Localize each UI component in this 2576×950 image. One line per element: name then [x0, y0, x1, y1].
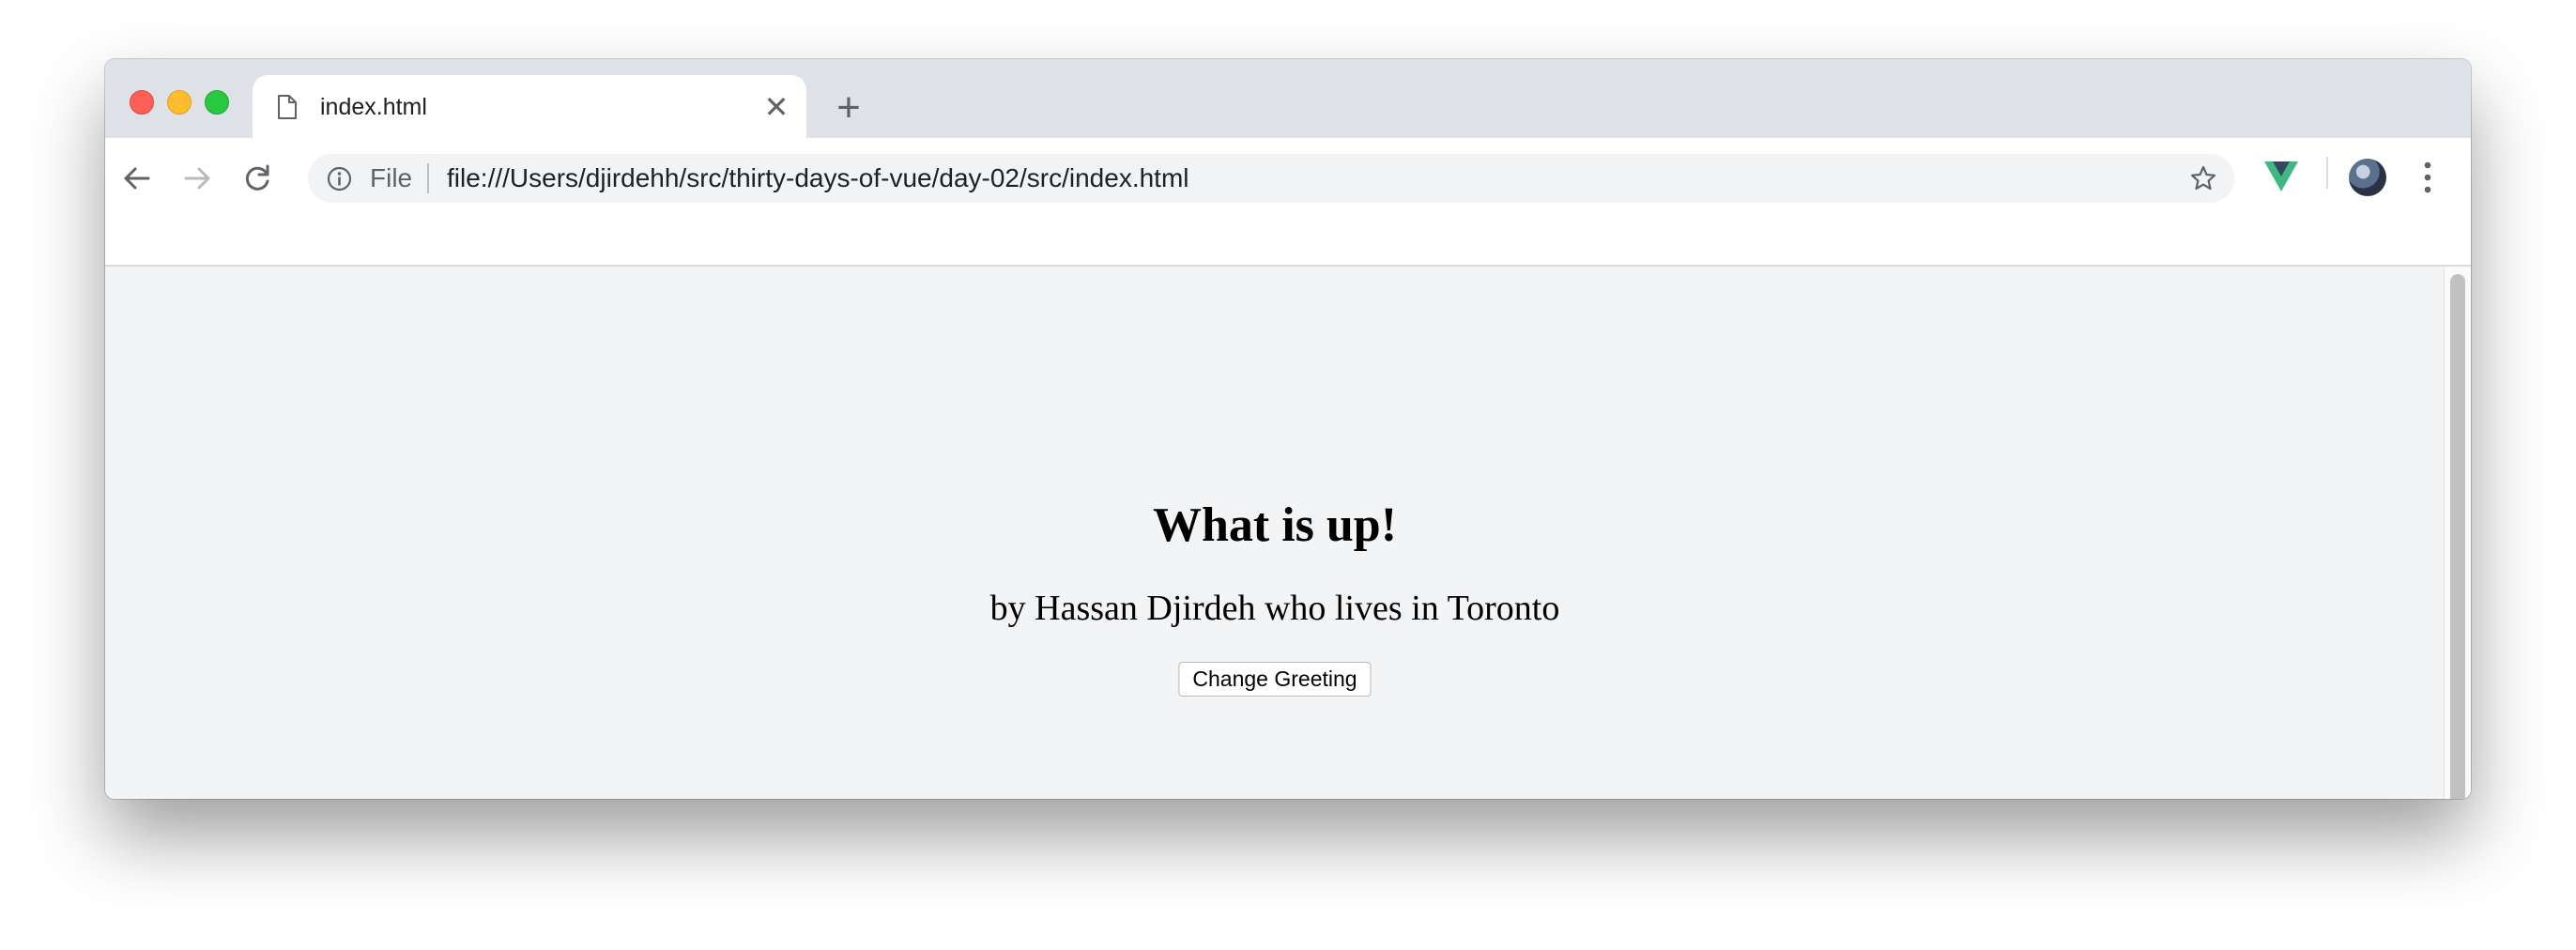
address-bar[interactable]: File file:///Users/djirdehh/src/thirty-d…: [308, 154, 2234, 203]
toolbar-divider: [2326, 157, 2328, 189]
info-icon[interactable]: [327, 166, 352, 192]
tab-title: index.html: [320, 94, 427, 120]
star-icon[interactable]: [2189, 164, 2217, 192]
scheme-label: File: [370, 163, 413, 192]
address-divider: [427, 163, 429, 193]
profile-avatar[interactable]: [2349, 159, 2386, 196]
change-greeting-button[interactable]: Change Greeting: [1178, 662, 1372, 697]
browser-window: index.html ✕ + File file:///Users/djirde…: [105, 59, 2471, 799]
more-menu-icon[interactable]: [2422, 160, 2433, 195]
new-tab-button[interactable]: +: [828, 87, 869, 129]
file-icon: [278, 95, 297, 119]
author-line: by Hassan Djirdeh who lives in Toronto: [989, 589, 1560, 628]
vertical-scrollbar[interactable]: [2444, 267, 2471, 799]
vue-devtools-icon[interactable]: [2264, 161, 2298, 192]
greeting-heading: What is up!: [1152, 498, 1398, 552]
tab-index-html[interactable]: index.html ✕: [253, 75, 806, 138]
window-minimize-button[interactable]: [167, 90, 192, 115]
reload-icon[interactable]: [240, 161, 274, 195]
window-maximize-button[interactable]: [205, 90, 229, 115]
url-text[interactable]: file:///Users/djirdehh/src/thirty-days-o…: [447, 163, 1189, 193]
tab-strip: index.html ✕ +: [105, 59, 2471, 138]
window-close-button[interactable]: [130, 90, 154, 115]
browser-toolbar: File file:///Users/djirdehh/src/thirty-d…: [105, 138, 2471, 267]
back-arrow-icon[interactable]: [120, 161, 154, 195]
scrollbar-thumb[interactable]: [2450, 274, 2465, 799]
page-viewport: What is up! by Hassan Djirdeh who lives …: [105, 267, 2471, 799]
tab-close-icon[interactable]: ✕: [761, 92, 791, 122]
forward-arrow-icon[interactable]: [180, 161, 214, 195]
